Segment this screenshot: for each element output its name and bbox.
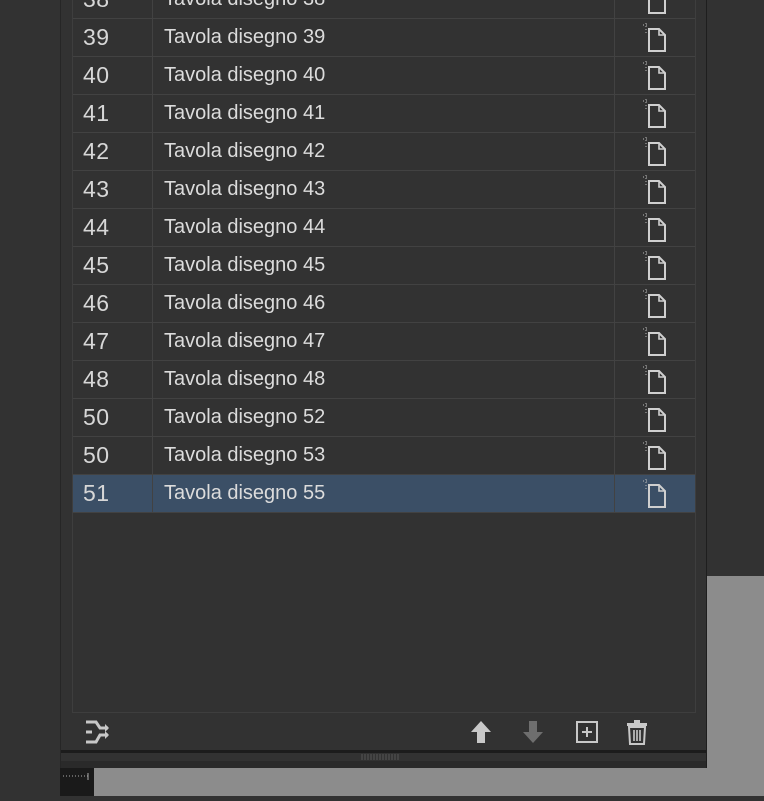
artboard-document-icon bbox=[643, 478, 666, 508]
artboard-document-icon bbox=[643, 326, 666, 356]
artboard-options-button[interactable] bbox=[615, 57, 695, 94]
artboard-row[interactable]: 44 Tavola disegno 44 bbox=[73, 209, 695, 247]
artboard-options-button[interactable] bbox=[615, 285, 695, 322]
artboard-document-icon bbox=[643, 364, 666, 394]
new-artboard-icon bbox=[576, 721, 598, 743]
artboard-document-icon bbox=[643, 136, 666, 166]
artboard-number: 42 bbox=[73, 133, 153, 170]
artboard-name[interactable]: Tavola disegno 41 bbox=[153, 95, 615, 132]
artboard-document-icon bbox=[643, 288, 666, 318]
move-down-button[interactable] bbox=[517, 716, 549, 748]
artboard-name[interactable]: Tavola disegno 53 bbox=[153, 437, 615, 474]
artboard-document-icon bbox=[643, 250, 666, 280]
artboard-number: 40 bbox=[73, 57, 153, 94]
artboard-row[interactable]: 38Tavola disegno 38 bbox=[73, 0, 695, 19]
artboard-corner-marker bbox=[60, 768, 94, 796]
artboard-row[interactable]: 46 Tavola disegno 46 bbox=[73, 285, 695, 323]
artboard-number: 38 bbox=[73, 0, 153, 18]
artboard-name[interactable]: Tavola disegno 43 bbox=[153, 171, 615, 208]
artboard-options-button[interactable] bbox=[615, 475, 695, 512]
artboard-row[interactable]: 42 Tavola disegno 42 bbox=[73, 133, 695, 171]
artboard-name[interactable]: Tavola disegno 39 bbox=[153, 19, 615, 56]
new-artboard-button[interactable] bbox=[571, 716, 603, 748]
artboard-name[interactable]: Tavola disegno 38 bbox=[153, 0, 615, 18]
rearrange-artboards-icon bbox=[86, 720, 109, 744]
artboard-row[interactable]: 43 Tavola disegno 43 bbox=[73, 171, 695, 209]
artboard-document-icon bbox=[643, 174, 666, 204]
canvas-area bbox=[706, 576, 764, 796]
artboard-number: 48 bbox=[73, 361, 153, 398]
resize-grip-icon[interactable] bbox=[361, 753, 401, 761]
artboard-number: 45 bbox=[73, 247, 153, 284]
artboard-options-button[interactable] bbox=[615, 437, 695, 474]
artboard-number: 47 bbox=[73, 323, 153, 360]
artboard-name[interactable]: Tavola disegno 52 bbox=[153, 399, 615, 436]
artboard-document-icon bbox=[643, 402, 666, 432]
artboard-options-button[interactable] bbox=[615, 19, 695, 56]
artboard-row[interactable]: 50 Tavola disegno 53 bbox=[73, 437, 695, 475]
artboard-number: 39 bbox=[73, 19, 153, 56]
artboard-row[interactable]: 48 Tavola disegno 48 bbox=[73, 361, 695, 399]
artboard-name[interactable]: Tavola disegno 55 bbox=[153, 475, 615, 512]
artboard-options-button[interactable] bbox=[615, 95, 695, 132]
artboard-number: 50 bbox=[73, 437, 153, 474]
artboard-options-button[interactable] bbox=[615, 399, 695, 436]
trash-icon bbox=[627, 720, 647, 745]
artboard-options-button[interactable] bbox=[615, 323, 695, 360]
artboard-options-button[interactable] bbox=[615, 133, 695, 170]
artboard-row[interactable]: 39 Tavola disegno 39 bbox=[73, 19, 695, 57]
artboard-edge-icon bbox=[63, 773, 89, 780]
artboard-options-button[interactable] bbox=[615, 0, 695, 18]
artboard-name[interactable]: Tavola disegno 40 bbox=[153, 57, 615, 94]
artboard-options-button[interactable] bbox=[615, 209, 695, 246]
artboard-number: 44 bbox=[73, 209, 153, 246]
artboard-document-icon bbox=[643, 98, 666, 128]
arrow-down-icon bbox=[523, 721, 543, 743]
panel-bottom-bar bbox=[61, 761, 706, 768]
artboard-row[interactable]: 50 Tavola disegno 52 bbox=[73, 399, 695, 437]
artboard-document-icon bbox=[648, 0, 666, 14]
artboard-number: 41 bbox=[73, 95, 153, 132]
canvas-area-bottom bbox=[94, 768, 706, 796]
artboard-name[interactable]: Tavola disegno 42 bbox=[153, 133, 615, 170]
artboard-document-icon bbox=[643, 60, 666, 90]
artboard-document-icon bbox=[643, 22, 666, 52]
artboard-name[interactable]: Tavola disegno 46 bbox=[153, 285, 615, 322]
artboard-row[interactable]: 41 Tavola disegno 41 bbox=[73, 95, 695, 133]
artboard-number: 43 bbox=[73, 171, 153, 208]
artboard-row[interactable]: 40 Tavola disegno 40 bbox=[73, 57, 695, 95]
artboard-name[interactable]: Tavola disegno 47 bbox=[153, 323, 615, 360]
artboard-name[interactable]: Tavola disegno 44 bbox=[153, 209, 615, 246]
rearrange-artboards-button[interactable] bbox=[81, 716, 113, 748]
artboard-document-icon bbox=[643, 212, 666, 242]
artboard-number: 46 bbox=[73, 285, 153, 322]
artboard-list[interactable]: 38Tavola disegno 3839Tavola disegno 3940… bbox=[72, 0, 696, 713]
artboard-row[interactable]: 51 Tavola disegno 55 bbox=[73, 475, 695, 513]
artboard-options-button[interactable] bbox=[615, 171, 695, 208]
artboard-options-button[interactable] bbox=[615, 361, 695, 398]
artboard-name[interactable]: Tavola disegno 45 bbox=[153, 247, 615, 284]
artboard-row[interactable]: 45 Tavola disegno 45 bbox=[73, 247, 695, 285]
artboard-number: 51 bbox=[73, 475, 153, 512]
panel-footer bbox=[61, 712, 706, 750]
arrow-up-icon bbox=[471, 721, 491, 743]
artboard-row[interactable]: 47 Tavola disegno 47 bbox=[73, 323, 695, 361]
artboard-name[interactable]: Tavola disegno 48 bbox=[153, 361, 615, 398]
artboard-number: 50 bbox=[73, 399, 153, 436]
artboard-options-button[interactable] bbox=[615, 247, 695, 284]
artboard-document-icon bbox=[643, 440, 666, 470]
move-up-button[interactable] bbox=[465, 716, 497, 748]
delete-artboard-button[interactable] bbox=[621, 716, 653, 748]
artboards-panel: 38Tavola disegno 3839Tavola disegno 3940… bbox=[60, 0, 707, 768]
